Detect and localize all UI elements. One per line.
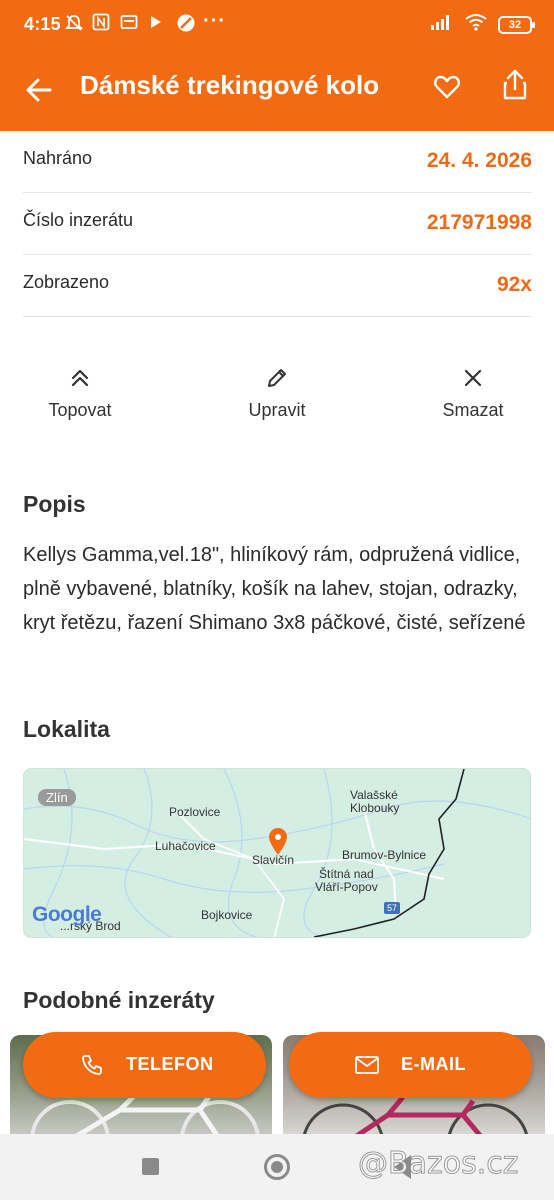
close-icon: [464, 369, 482, 387]
double-chevron-up-icon: [71, 369, 89, 387]
play-icon: [148, 13, 166, 31]
description-heading: Popis: [23, 491, 86, 517]
top-button-label: Topovat: [48, 400, 112, 420]
info-value: 217971998: [426, 211, 532, 234]
heart-icon: [434, 75, 460, 99]
arrow-left-icon: [26, 78, 52, 102]
info-label: Zobrazeno: [23, 272, 110, 292]
home-button[interactable]: [264, 1154, 290, 1180]
info-label: Číslo inzerátu: [23, 210, 134, 230]
phone-button[interactable]: TELEFON: [23, 1032, 266, 1098]
status-icons-left: [64, 13, 195, 32]
google-logo: Google: [32, 903, 102, 927]
location-pin-icon: [269, 828, 287, 855]
page-title: Dámské trekingové kolo: [80, 70, 380, 100]
edit-button[interactable]: Upravit: [207, 362, 347, 432]
signal-icon: [430, 13, 454, 36]
email-button-label: E-MAIL: [401, 1054, 466, 1074]
location-map[interactable]: Zlín Pozlovice Luhačovice Slavičín Valaš…: [23, 768, 531, 938]
favorite-button[interactable]: [432, 72, 462, 102]
muted-bell-icon: [64, 13, 84, 31]
info-value: 24. 4. 2026: [426, 149, 532, 172]
watermark: @Bazos.cz: [357, 1146, 519, 1182]
email-button[interactable]: E-MAIL: [289, 1032, 532, 1098]
system-nav-bar: @Bazos.cz: [0, 1134, 554, 1200]
app-bar: Dámské trekingové kolo: [0, 50, 554, 131]
share-button[interactable]: [500, 68, 530, 102]
road-number-badge: 57: [384, 902, 401, 914]
share-icon: [503, 69, 527, 100]
pencil-icon: [268, 369, 286, 387]
info-row-listing-number: Číslo inzerátu 217971998: [23, 193, 532, 255]
status-overflow: ···: [203, 10, 226, 32]
delete-button[interactable]: Smazat: [403, 362, 543, 432]
google-logo-text: Google: [32, 903, 102, 926]
status-icons-right: 32: [430, 13, 535, 36]
location-heading: Lokalita: [23, 716, 110, 742]
description-text: Kellys Gamma,vel.18", hliníkový rám, odp…: [23, 544, 526, 634]
info-value: 92x: [496, 273, 532, 296]
recents-button[interactable]: [142, 1158, 159, 1175]
battery-icon: 32: [498, 15, 535, 34]
mail-icon: [355, 1056, 379, 1074]
status-time: 4:15: [24, 14, 61, 34]
similar-heading: Podobné inzeráty: [23, 987, 215, 1013]
phone-icon: [82, 1055, 102, 1075]
phone-button-label: TELEFON: [126, 1054, 214, 1074]
map-label: Bojkovice: [201, 908, 253, 922]
info-row-uploaded: Nahráno 24. 4. 2026: [23, 131, 532, 193]
wallet-icon: [120, 13, 138, 31]
status-bar: 4:15 ··· 32: [0, 0, 554, 50]
map-label: Vláří-Popov: [315, 880, 378, 894]
edit-button-label: Upravit: [248, 400, 306, 420]
wifi-icon: [464, 13, 488, 36]
map-label-zlin: Zlín: [38, 789, 76, 806]
back-button[interactable]: [22, 72, 58, 108]
info-label: Nahráno: [23, 148, 93, 168]
delete-button-label: Smazat: [442, 400, 504, 420]
info-row-views: Zobrazeno 92x: [23, 255, 532, 317]
top-button[interactable]: Topovat: [10, 362, 150, 432]
map-label: Luhačovice: [155, 839, 216, 853]
map-label: Brumov-Bylnice: [342, 848, 427, 862]
map-label: Pozlovice: [169, 805, 221, 819]
nfc-icon: [92, 13, 110, 31]
vpn-icon: [176, 13, 195, 32]
map-label: Klobouky: [350, 801, 400, 815]
